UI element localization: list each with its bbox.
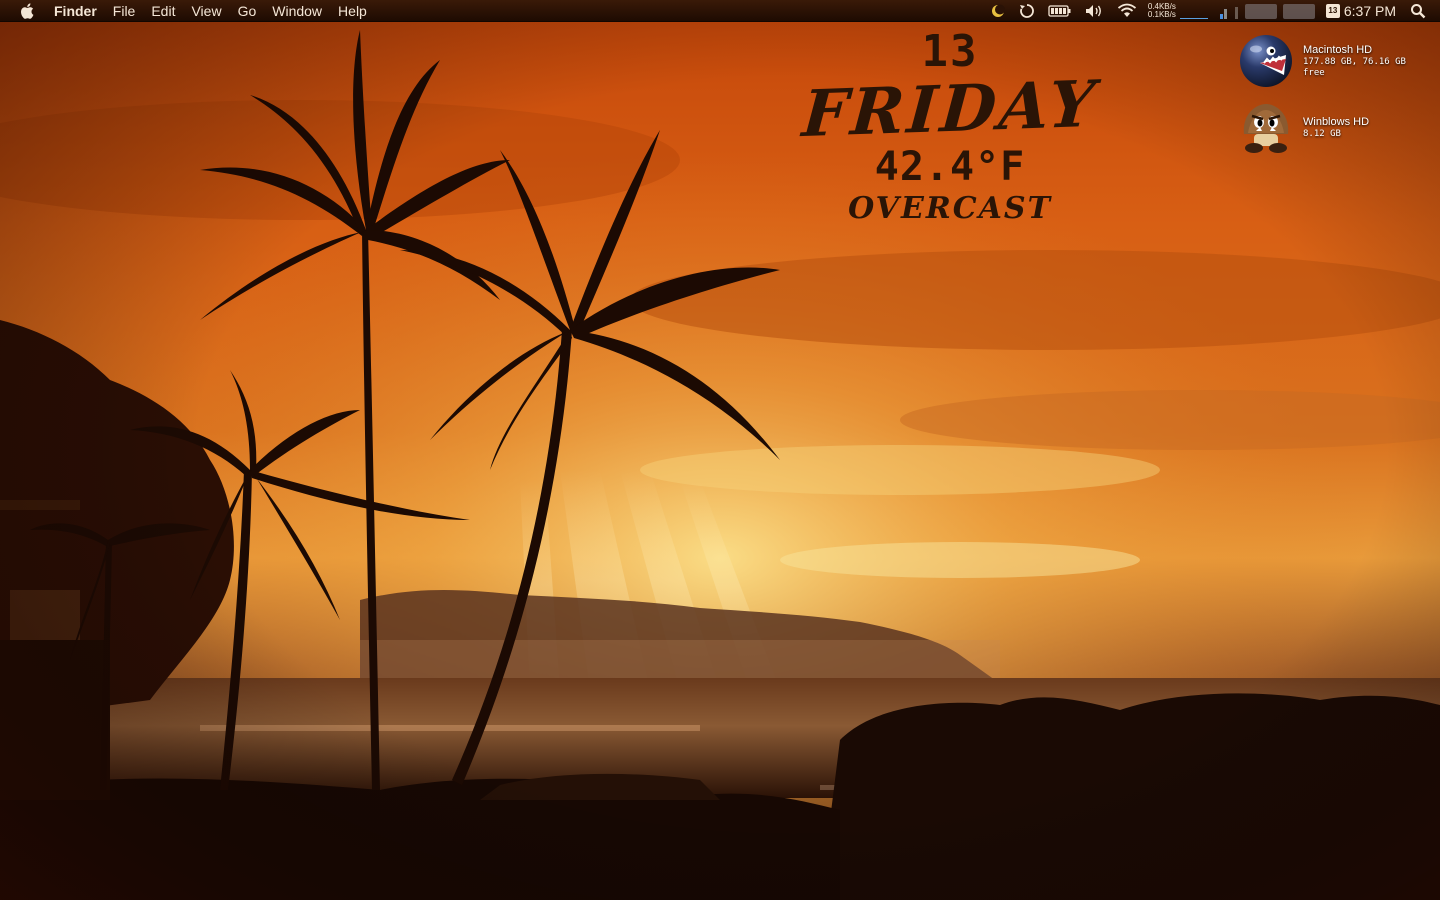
menu-go[interactable]: Go (230, 0, 265, 22)
winblows-hd-detail: 8.12 GB (1303, 129, 1341, 139)
menu-bar-extras: 0.4KB/s 0.1KB/s 13 6:37 PM (984, 0, 1440, 22)
menu-bar-left: Finder File Edit View Go Window Help (0, 0, 375, 22)
widget-weekday: FRIDAY (799, 66, 1101, 153)
wifi-status-item[interactable] (1110, 0, 1144, 22)
spotlight-button[interactable] (1410, 0, 1440, 22)
desktop-icon-macintosh-hd[interactable]: Macintosh HD 177.88 GB, 76.16 GB free (1238, 31, 1428, 91)
moon-icon (991, 4, 1005, 17)
goomba-drive-icon (1243, 104, 1289, 153)
menu-window[interactable]: Window (264, 0, 330, 22)
memory-meter[interactable] (1282, 3, 1315, 19)
battery-status-item[interactable] (1042, 0, 1078, 22)
macintosh-hd-name: Macintosh HD (1303, 43, 1373, 56)
disk-activity-icon[interactable] (1234, 3, 1238, 19)
clock-status-item[interactable]: 13 6:37 PM (1318, 0, 1410, 22)
menu-view[interactable]: View (183, 0, 229, 22)
winblows-hd-labels: Winblows HD 8.12 GB (1303, 116, 1369, 140)
desktop-icon-winblows-hd[interactable]: Winblows HD 8.12 GB (1238, 98, 1428, 158)
network-speed-readout[interactable]: 0.4KB/s 0.1KB/s (1144, 3, 1180, 19)
network-graph (1179, 3, 1208, 19)
moon-status-item[interactable] (984, 0, 1012, 22)
time-machine-status-item[interactable] (1012, 0, 1042, 22)
calendar-day-icon: 13 (1325, 4, 1340, 18)
menu-bar: Finder File Edit View Go Window Help 0.4… (0, 0, 1440, 22)
apple-icon (21, 2, 34, 19)
menu-help[interactable]: Help (330, 0, 375, 22)
desktop-wallpaper (0, 0, 1440, 900)
menu-clock: 6:37 PM (1343, 3, 1396, 19)
volume-status-item[interactable] (1078, 0, 1110, 22)
winblows-hd-name: Winblows HD (1303, 116, 1370, 128)
weather-date-widget: 13 FRIDAY 42.4°F OVERCAST (800, 26, 1100, 226)
memory-bars-icon[interactable] (1219, 3, 1227, 19)
search-icon (1411, 4, 1426, 19)
wifi-icon (1117, 3, 1136, 17)
cpu-meter[interactable] (1244, 3, 1277, 19)
menu-file[interactable]: File (105, 0, 144, 22)
macintosh-hd-labels: Macintosh HD 177.88 GB, 76.16 GB free (1303, 44, 1428, 79)
battery-icon (1048, 5, 1071, 17)
app-menu-finder[interactable]: Finder (52, 0, 105, 22)
network-download-speed: 0.1KB/s (1147, 10, 1176, 19)
macintosh-hd-detail: 177.88 GB, 76.16 GB free (1303, 56, 1406, 78)
chain-chomp-drive-icon (1240, 35, 1292, 87)
speaker-icon (1085, 5, 1101, 17)
sync-icon (1019, 4, 1034, 18)
menu-edit[interactable]: Edit (143, 0, 183, 22)
widget-condition: OVERCAST (848, 191, 1052, 226)
apple-menu-button[interactable] (16, 0, 40, 22)
